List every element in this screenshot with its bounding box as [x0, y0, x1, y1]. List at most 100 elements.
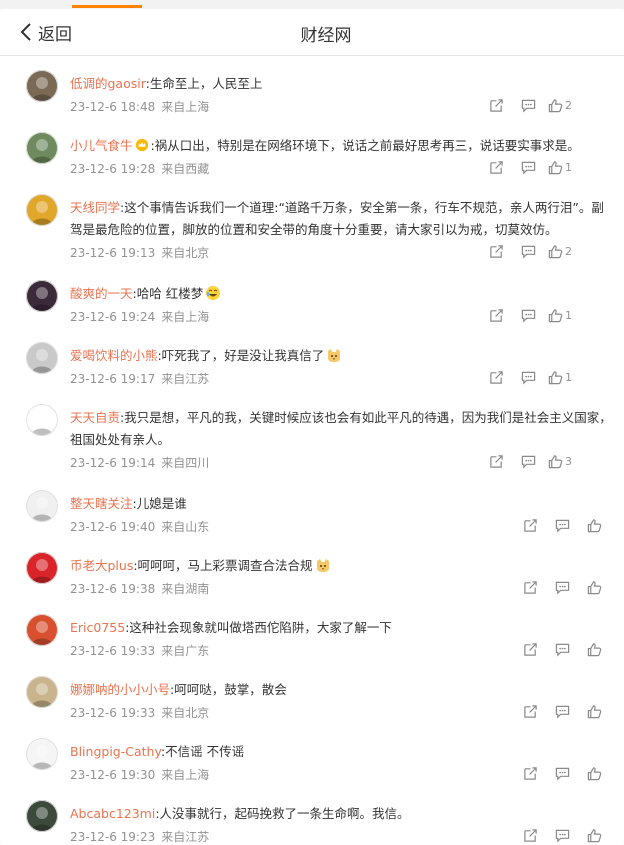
crown-icon — [135, 138, 148, 152]
like-button[interactable] — [578, 515, 610, 535]
reply-button[interactable] — [512, 367, 544, 387]
avatar[interactable] — [26, 404, 58, 436]
comment-item: 天天自责:我只是想，平凡的我，关键时候应该也会有如此平凡的待遇，因为我们是社会主… — [26, 401, 612, 473]
reply-button[interactable] — [512, 241, 544, 261]
avatar[interactable] — [26, 490, 58, 522]
avatar-image — [26, 194, 58, 226]
comment-content: :吓死我了，好是没让我真信了 — [157, 348, 325, 363]
reply-button[interactable] — [512, 157, 544, 177]
like-button[interactable] — [578, 763, 610, 783]
avatar[interactable] — [26, 800, 58, 832]
share-icon — [523, 828, 537, 842]
like-button[interactable]: 3 — [544, 451, 576, 471]
share-button[interactable] — [514, 825, 546, 845]
share-icon — [523, 580, 537, 594]
reply-button[interactable] — [546, 515, 578, 535]
like-button[interactable] — [578, 825, 610, 845]
comment-text: 娜娜呐的小小小号:呵呵哒，鼓掌，散会 — [70, 679, 612, 701]
avatar[interactable] — [26, 614, 58, 646]
username-link[interactable]: 低调的gaosir — [70, 76, 146, 91]
like-button[interactable] — [578, 701, 610, 721]
like-button[interactable]: 2 — [544, 241, 576, 261]
share-icon — [489, 98, 503, 112]
reply-button[interactable] — [512, 305, 544, 325]
share-button[interactable] — [480, 95, 512, 115]
reply-button[interactable] — [546, 701, 578, 721]
share-button[interactable] — [480, 451, 512, 471]
avatar[interactable] — [26, 70, 58, 102]
avatar[interactable] — [26, 552, 58, 584]
like-button[interactable]: 1 — [544, 367, 576, 387]
avatar-image — [26, 738, 58, 770]
comment-content: :呵呵呵，马上彩票调查合法合规 — [133, 558, 313, 573]
avatar-image — [26, 132, 58, 164]
comment-item: 爱喝饮料的小熊:吓死我了，好是没让我真信了 23-12-6 19:17 来自江苏 1 — [26, 339, 612, 389]
comment-actions: 2 — [480, 241, 576, 261]
comment-location: 来自北京 — [161, 246, 210, 260]
avatar-image — [26, 552, 58, 584]
thumbs-up-icon — [587, 704, 601, 718]
page-title: 财经网 — [300, 26, 352, 46]
like-count: 2 — [565, 98, 572, 112]
share-button[interactable] — [514, 639, 546, 659]
comment-content: :祸从口出，特别是在网络环境下，说话之前最好思考再三，说话要实事求是。 — [150, 138, 580, 153]
username-link[interactable]: 小儿气食牛 — [70, 138, 133, 153]
username-link[interactable]: 天线同学 — [70, 200, 120, 215]
like-button[interactable] — [578, 577, 610, 597]
like-button[interactable] — [578, 639, 610, 659]
share-button[interactable] — [480, 305, 512, 325]
username-link[interactable]: Abcabc123mi — [70, 806, 155, 821]
reply-button[interactable] — [512, 95, 544, 115]
comment-content: :呵呵哒，鼓掌，散会 — [170, 682, 287, 697]
avatar-image — [26, 404, 58, 436]
comment-time: 23-12-6 19:40 — [70, 520, 156, 534]
avatar[interactable] — [26, 132, 58, 164]
avatar[interactable] — [26, 194, 58, 226]
username-link[interactable]: 娜娜呐的小小小号 — [70, 682, 170, 697]
avatar[interactable] — [26, 342, 58, 374]
like-button[interactable]: 2 — [544, 95, 576, 115]
share-button[interactable] — [514, 701, 546, 721]
username-link[interactable]: Eric0755 — [70, 620, 125, 635]
reply-button[interactable] — [546, 577, 578, 597]
share-button[interactable] — [480, 241, 512, 261]
avatar-image — [26, 800, 58, 832]
comment-time: 23-12-6 18:48 — [70, 100, 156, 114]
username-link[interactable]: 爱喝饮料的小熊 — [70, 348, 158, 363]
username-link[interactable]: Blingpig-Cathy — [70, 744, 161, 759]
comment-actions — [514, 701, 610, 721]
comment-time: 23-12-6 19:13 — [70, 246, 156, 260]
avatar[interactable] — [26, 676, 58, 708]
comment-actions — [514, 825, 610, 845]
comment-text: 酸爽的一天:哈哈 红楼梦 — [70, 283, 612, 305]
reply-button[interactable] — [546, 763, 578, 783]
comment-actions — [514, 515, 610, 535]
comment-text: 币老大plus:呵呵呵，马上彩票调查合法合规 — [70, 555, 612, 577]
username-link[interactable]: 酸爽的一天 — [70, 286, 133, 301]
share-button[interactable] — [514, 763, 546, 783]
reply-button[interactable] — [546, 639, 578, 659]
username-link[interactable]: 天天自责 — [70, 410, 120, 425]
comment-location: 来自上海 — [161, 310, 210, 324]
comment-time: 23-12-6 19:24 — [70, 310, 156, 324]
comment-icon — [521, 371, 535, 385]
username-link[interactable]: 币老大plus — [70, 558, 133, 573]
share-icon — [523, 704, 537, 718]
thumbs-up-icon — [587, 828, 601, 842]
comment-actions — [514, 763, 610, 783]
avatar[interactable] — [26, 738, 58, 770]
share-button[interactable] — [480, 367, 512, 387]
username-link[interactable]: 整天瞎关注 — [70, 496, 133, 511]
reply-button[interactable] — [546, 825, 578, 845]
comment-location: 来自湖南 — [161, 582, 210, 596]
share-button[interactable] — [514, 577, 546, 597]
comment-item: 酸爽的一天:哈哈 红楼梦 23-12-6 19:24 来自上海 1 — [26, 277, 612, 327]
avatar[interactable] — [26, 280, 58, 312]
reply-button[interactable] — [512, 451, 544, 471]
laughing-emoji-icon — [206, 286, 221, 300]
comment-item: 低调的gaosir:生命至上，人民至上 23-12-6 18:48 来自上海 2 — [26, 67, 612, 117]
share-button[interactable] — [480, 157, 512, 177]
like-button[interactable]: 1 — [544, 305, 576, 325]
like-button[interactable]: 1 — [544, 157, 576, 177]
share-button[interactable] — [514, 515, 546, 535]
